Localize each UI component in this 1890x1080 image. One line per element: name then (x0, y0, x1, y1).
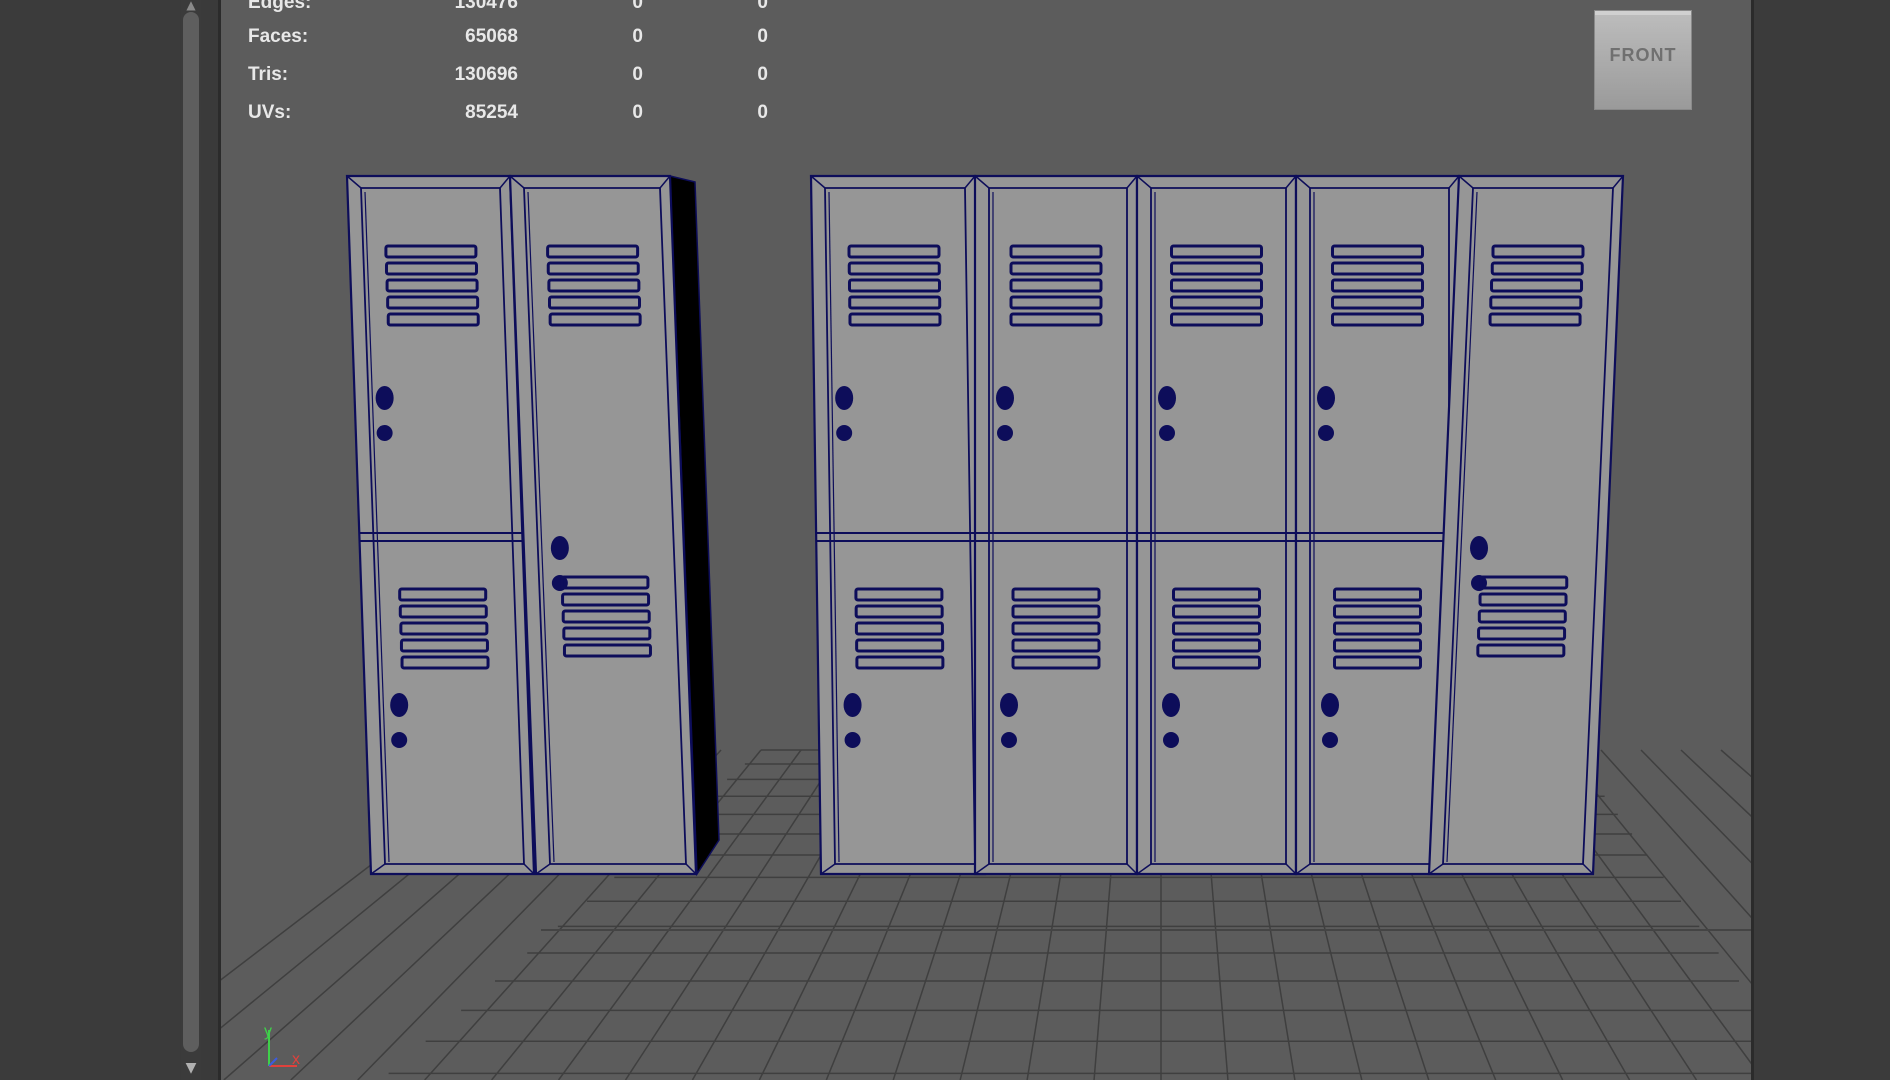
hud-value: 130696 (454, 64, 518, 85)
axis-z-line (268, 1057, 278, 1067)
lock-icon (1000, 693, 1018, 717)
lock-icon (1318, 425, 1334, 441)
hud-value: 0 (757, 26, 768, 47)
hud-value: 0 (632, 64, 643, 85)
scroll-up-arrow-icon[interactable]: ▲ (183, 0, 199, 11)
hud-label: Edges: (248, 0, 312, 13)
axis-y-label: y (264, 1023, 272, 1040)
lock-icon (843, 693, 862, 717)
scene-canvas[interactable]: yx (221, 0, 1751, 1080)
viewcube-label: FRONT (1609, 45, 1677, 65)
hud-label: UVs: (248, 102, 292, 123)
hud-label: Tris: (248, 64, 289, 85)
hud-value: 65068 (465, 26, 518, 47)
lock-icon (391, 732, 408, 748)
grid-line (1720, 749, 1751, 778)
left-panel (0, 0, 180, 1080)
lock-icon (1470, 536, 1489, 560)
grid-line (1680, 749, 1751, 817)
hud-value: 0 (757, 0, 768, 13)
viewcube-front[interactable]: FRONT (1594, 10, 1692, 110)
lock-icon (996, 386, 1014, 410)
hud-value: 0 (757, 64, 768, 85)
hud-value: 130476 (454, 0, 518, 13)
lock-icon (1321, 693, 1339, 717)
locker-group-right (809, 174, 1625, 876)
lock-icon (1001, 732, 1017, 748)
hud-row-faces: Faces: 65068 0 0 (248, 26, 768, 52)
hud-row-edges: Edges: 130476 0 0 (248, 0, 768, 18)
hud-value: 0 (757, 102, 768, 123)
lock-icon (1163, 732, 1179, 748)
lock-icon (844, 732, 861, 748)
scroll-down-arrow-icon[interactable]: ▼ (183, 1060, 199, 1076)
lock-icon (376, 425, 393, 441)
lock-icon (1158, 386, 1176, 410)
lock-icon (550, 536, 569, 560)
lock-icon (375, 386, 394, 410)
lock-icon (997, 425, 1013, 441)
hud-row-uvs: UVs: 85254 0 0 (248, 102, 768, 128)
lock-icon (1162, 693, 1180, 717)
grid-line (1600, 749, 1751, 919)
lock-icon (1322, 732, 1338, 748)
lock-icon (835, 386, 854, 410)
axis-x-label: x (292, 1051, 300, 1068)
scrollbar-thumb[interactable] (183, 12, 199, 1052)
lock-icon (836, 425, 853, 441)
lock-icon (1317, 386, 1335, 410)
3d-viewport[interactable]: yx Edges: 130476 0 0 Faces: 65068 0 0 Tr… (221, 0, 1751, 1080)
lock-icon (1159, 425, 1175, 441)
hud-value: 0 (632, 0, 643, 13)
hud-value: 0 (632, 102, 643, 123)
right-panel (1754, 0, 1890, 1080)
lock-icon (390, 693, 409, 717)
hud-row-tris: Tris: 130696 0 0 (248, 64, 768, 90)
hud-label: Faces: (248, 26, 309, 47)
locker-group-left (345, 174, 720, 877)
hud-value: 0 (632, 26, 643, 47)
hud-value: 85254 (465, 102, 518, 123)
